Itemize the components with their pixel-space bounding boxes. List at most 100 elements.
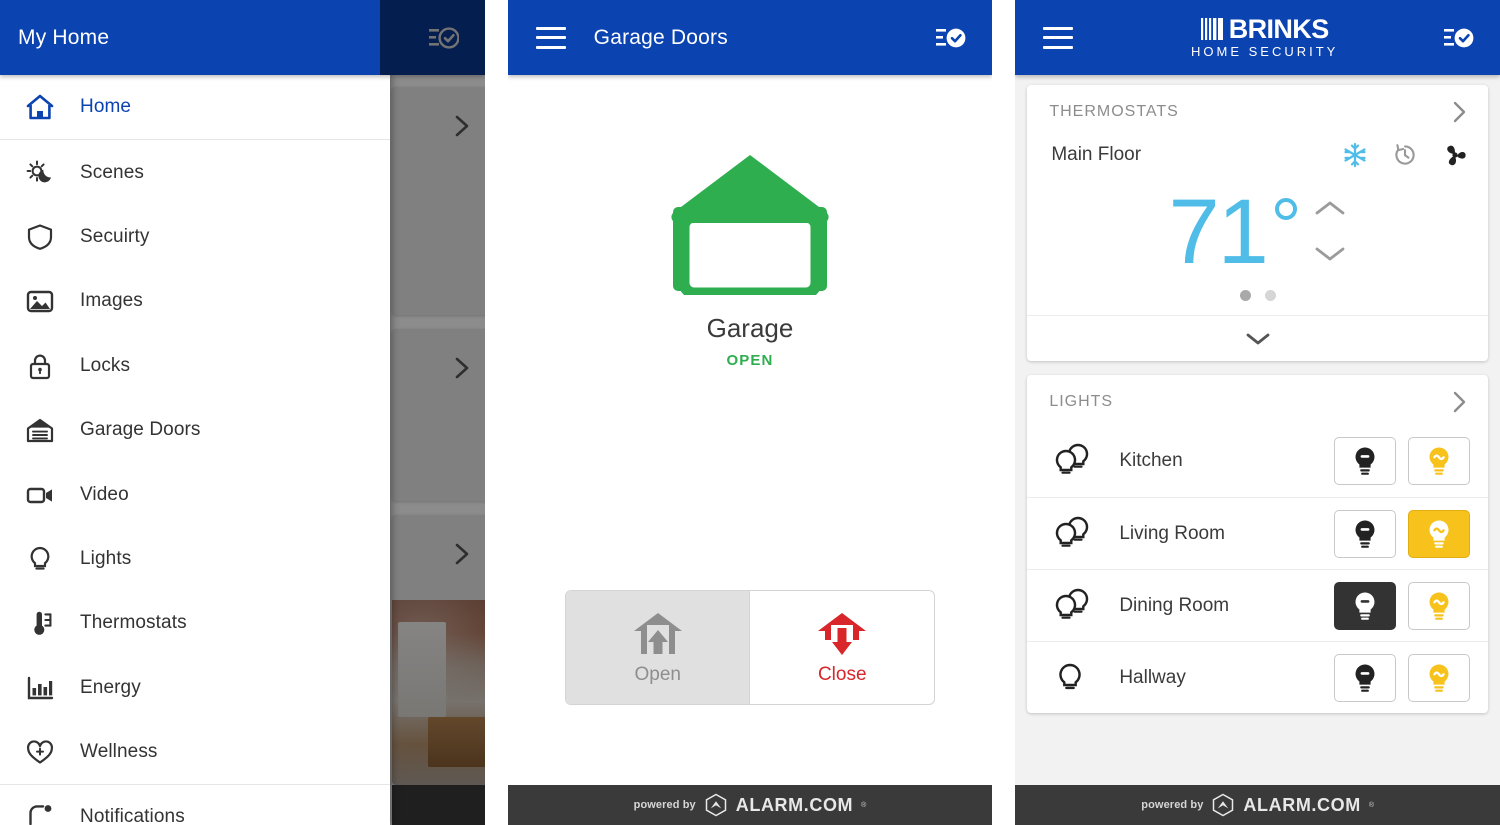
panel-gap <box>992 0 1016 825</box>
bulb-icon <box>20 544 60 574</box>
panel-garage-doors: Garage Doors Garage OPEN Open Close powe… <box>507 0 993 825</box>
sidebar-item-lights[interactable]: Lights <box>0 527 390 591</box>
light-row: Living Room <box>1027 497 1488 569</box>
light-off-button[interactable] <box>1333 653 1396 702</box>
sidebar-item-wellness[interactable]: Wellness <box>0 720 390 784</box>
sidebar-item-label: Wellness <box>80 741 158 763</box>
pagination-dot[interactable] <box>1264 290 1276 301</box>
light-row: Kitchen <box>1027 425 1488 497</box>
light-name: Living Room <box>1119 522 1225 544</box>
panel1-title: My Home <box>18 25 110 49</box>
sidebar-item-thermostats[interactable]: Thermostats <box>0 591 390 655</box>
sidebar-item-label: Garage Doors <box>80 419 201 441</box>
hamburger-icon[interactable] <box>1043 26 1074 49</box>
pagination-dot-active[interactable] <box>1239 290 1251 301</box>
sidebar-item-label: Thermostats <box>80 612 187 634</box>
checklist-check-icon[interactable] <box>936 25 966 51</box>
sidebar-item-images[interactable]: Images <box>0 269 390 333</box>
thermostats-title: THERMOSTATS <box>1049 103 1179 120</box>
lights-title: LIGHTS <box>1049 393 1114 410</box>
alarm-com-logo-icon <box>704 793 728 817</box>
open-button-label: Open <box>634 663 681 685</box>
brinks-logo-subtitle: HOME SECURITY <box>1190 43 1339 59</box>
thermostat-pagination <box>1027 290 1488 315</box>
light-on-button[interactable] <box>1407 653 1470 702</box>
video-camera-icon <box>20 480 60 510</box>
chevron-right-icon[interactable] <box>1450 99 1470 125</box>
panel2-footer: powered by ALARM.COM ® <box>507 785 993 825</box>
garage-device-state: OPEN <box>726 352 774 369</box>
panel2-title: Garage Doors <box>593 25 728 49</box>
thermostat-icon <box>20 608 60 638</box>
chevron-right-icon[interactable] <box>1450 389 1470 415</box>
checklist-check-icon[interactable] <box>428 25 459 51</box>
snowflake-icon[interactable] <box>1342 142 1368 168</box>
garage-icon <box>20 415 60 445</box>
thermostats-expand-button[interactable] <box>1027 315 1488 361</box>
garage-control-group: Open Close <box>564 590 935 705</box>
sidebar-item-label: Energy <box>80 676 141 698</box>
sidebar-item-label: Home <box>80 96 132 118</box>
light-off-button[interactable] <box>1333 509 1396 558</box>
double-bulb-icon <box>1053 443 1093 479</box>
brinks-logo: BRINKS HOME SECURITY <box>1190 13 1339 59</box>
lights-card-header[interactable]: LIGHTS <box>1027 375 1488 425</box>
close-button[interactable]: Close <box>750 591 934 704</box>
temperature-up-button[interactable] <box>1313 198 1347 218</box>
sidebar-item-label: Scenes <box>80 161 144 183</box>
garage-device-status: Garage OPEN <box>667 147 833 369</box>
shield-icon <box>20 222 60 252</box>
thermostats-card-header[interactable]: THERMOSTATS <box>1027 85 1488 135</box>
temperature-down-button[interactable] <box>1313 244 1347 264</box>
sidebar-item-security[interactable]: Secuirty <box>0 205 390 269</box>
panel-gap <box>484 0 508 825</box>
thermostat-device-name: Main Floor <box>1051 144 1142 165</box>
powered-by-label: powered by <box>1141 799 1204 811</box>
light-name: Kitchen <box>1119 450 1183 471</box>
sidebar-item-label: Secuirty <box>80 225 150 247</box>
thermostat-device-row: Main Floor <box>1027 135 1488 175</box>
thermostat-readout: 71 <box>1027 175 1488 290</box>
hamburger-icon[interactable] <box>535 26 566 49</box>
panel3-footer: powered by ALARM.COM ® <box>1015 785 1500 825</box>
close-button-label: Close <box>817 663 867 685</box>
panel1-body: Home Scenes Secuirty Images Locks Garage… <box>0 75 485 825</box>
light-row: Dining Room <box>1027 569 1488 641</box>
panel3-body: THERMOSTATS Main Floor 71 LIGHTS Kitchen… <box>1015 75 1500 825</box>
light-off-button-selected[interactable] <box>1333 581 1396 630</box>
sidebar-item-label: Images <box>80 290 143 312</box>
double-bulb-icon <box>1053 516 1093 552</box>
chevron-down-icon <box>1243 330 1273 348</box>
sidebar-item-label: Video <box>80 483 129 505</box>
home-icon <box>20 92 60 122</box>
heart-plus-icon <box>20 737 60 767</box>
light-on-button[interactable] <box>1407 581 1470 630</box>
light-row: Hallway <box>1027 641 1488 713</box>
garage-arrow-down-icon <box>815 610 869 658</box>
checklist-check-icon[interactable] <box>1444 25 1474 51</box>
light-off-button[interactable] <box>1333 437 1396 485</box>
light-name: Dining Room <box>1119 594 1230 616</box>
sidebar-item-scenes[interactable]: Scenes <box>0 140 390 204</box>
sidebar-item-locks[interactable]: Locks <box>0 334 390 398</box>
garage-open-icon <box>667 147 833 295</box>
light-on-button-selected[interactable] <box>1407 509 1470 558</box>
three-panel-screenshot: My Home Home Scenes Secuirty Images Lock… <box>0 0 1500 825</box>
light-on-button[interactable] <box>1407 437 1470 485</box>
registered-mark: ® <box>1368 801 1374 809</box>
sidebar-item-notifications[interactable]: Notifications <box>0 785 390 825</box>
panel3-appbar: BRINKS HOME SECURITY <box>1015 0 1500 75</box>
lights-card: LIGHTS Kitchen Living Room Dining Room H… <box>1027 375 1488 713</box>
open-button[interactable]: Open <box>565 591 750 704</box>
brinks-logo-name: BRINKS <box>1228 13 1330 44</box>
powered-by-label: powered by <box>633 799 696 811</box>
sidebar-item-home[interactable]: Home <box>0 75 390 139</box>
sidebar-item-video[interactable]: Video <box>0 462 390 526</box>
sidebar-item-energy[interactable]: Energy <box>0 656 390 720</box>
sidebar-item-label: Locks <box>80 354 131 376</box>
clock-icon[interactable] <box>1392 142 1418 168</box>
sidebar-item-garage-doors[interactable]: Garage Doors <box>0 398 390 462</box>
lock-icon <box>20 351 60 381</box>
degree-symbol-icon <box>1274 197 1297 220</box>
fan-icon[interactable] <box>1442 142 1468 168</box>
